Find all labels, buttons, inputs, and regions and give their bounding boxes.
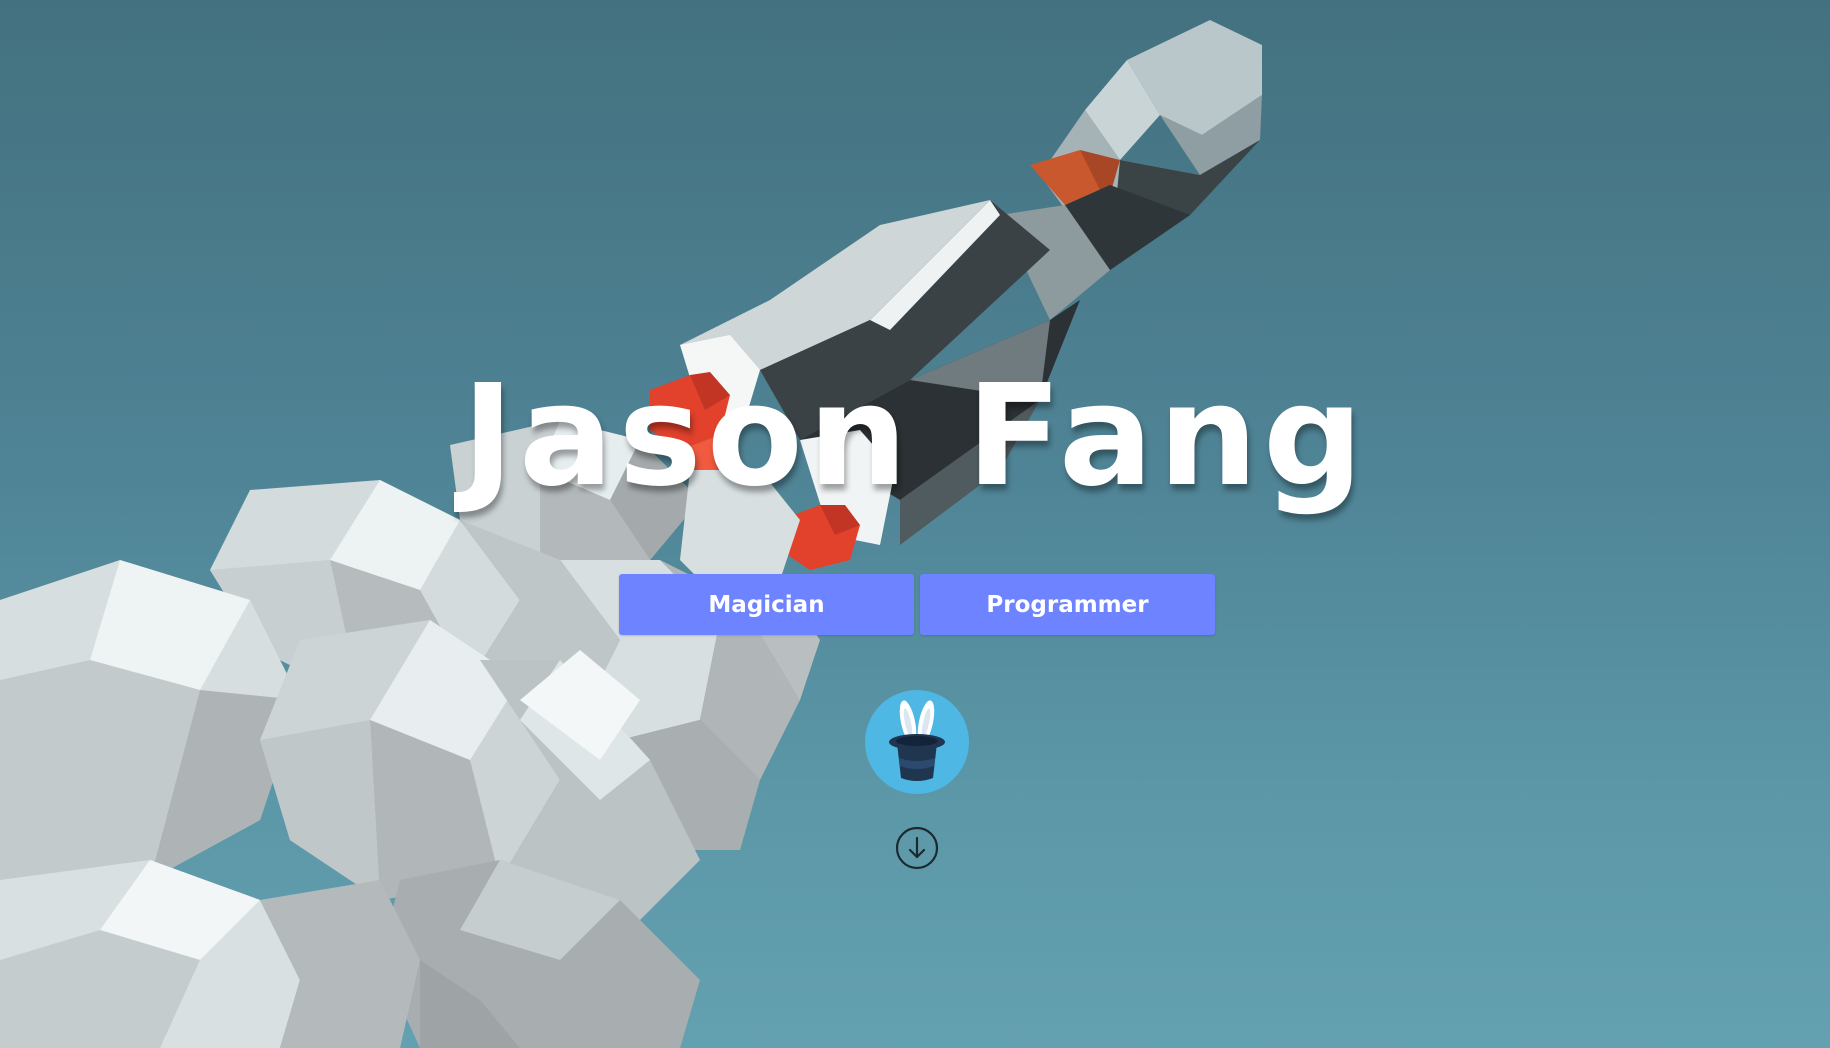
magician-button[interactable]: Magician [619, 574, 914, 635]
hero-title: Jason Fang [461, 355, 1369, 518]
role-buttons-group: Magician Programmer [619, 574, 1215, 635]
programmer-button[interactable]: Programmer [920, 574, 1215, 635]
arrow-down-circle-icon[interactable] [895, 826, 939, 870]
hero-rocket-illustration [0, 20, 1262, 1048]
magic-hat-bunny-icon [865, 690, 969, 794]
